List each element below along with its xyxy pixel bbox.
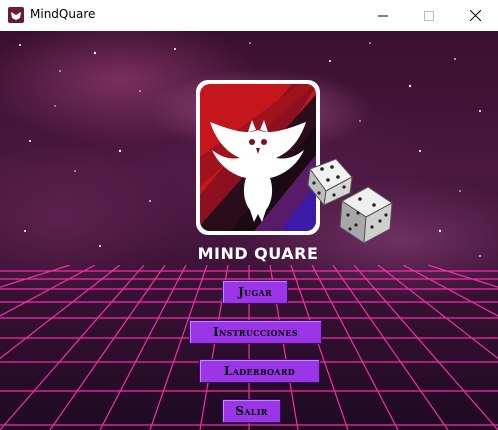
close-icon	[469, 10, 481, 21]
app-icon	[8, 7, 24, 23]
dice-icon	[307, 158, 393, 244]
instructions-button[interactable]: Instrucciones	[189, 320, 322, 344]
window-title: MindQuare	[30, 7, 96, 21]
exit-button[interactable]: Salir	[222, 399, 281, 423]
title-bar[interactable]: MindQuare	[0, 0, 498, 31]
app-window: MindQuare MIND QUARE Jugar Instrucciones…	[0, 0, 498, 430]
play-button[interactable]: Jugar	[222, 280, 288, 304]
close-button[interactable]	[452, 0, 498, 31]
minimize-icon	[378, 15, 388, 16]
game-title: MIND QUARE	[197, 244, 319, 263]
minimize-button[interactable]	[360, 0, 406, 31]
maximize-icon	[424, 10, 434, 21]
leaderboard-button[interactable]: Laderboard	[199, 359, 320, 383]
main-menu-screen: MIND QUARE Jugar Instrucciones Laderboar…	[0, 31, 498, 430]
maximize-button[interactable]	[406, 0, 452, 31]
